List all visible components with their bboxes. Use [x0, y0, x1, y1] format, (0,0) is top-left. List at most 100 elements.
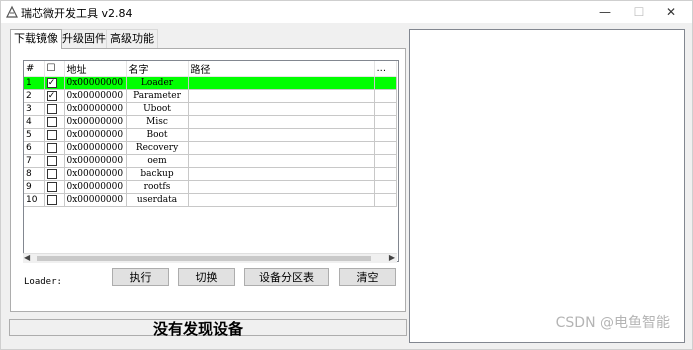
row-extra[interactable]	[374, 141, 397, 155]
row-name: rootfs	[126, 180, 189, 194]
tab-upgrade-firmware[interactable]: 升级固件	[58, 29, 110, 48]
row-extra[interactable]	[374, 154, 397, 168]
row-path[interactable]	[188, 193, 375, 207]
window-title: 瑞芯微开发工具 v2.84	[21, 7, 133, 20]
app-logo-icon	[5, 5, 19, 19]
table-row[interactable]: 8 0x00000000 backup	[24, 167, 397, 181]
table-row[interactable]: 7 0x00000000 oem	[24, 154, 397, 168]
row-extra[interactable]	[374, 167, 397, 181]
row-name: Misc	[126, 115, 189, 129]
row-address: 0x00000000	[64, 154, 127, 168]
scroll-right-icon[interactable]: ▶	[389, 253, 395, 262]
device-partition-table-button[interactable]: 设备分区表	[244, 268, 329, 286]
row-path[interactable]	[188, 89, 375, 103]
checkbox-unchecked-icon[interactable]	[46, 194, 57, 205]
title-bar: 瑞芯微开发工具 v2.84 — ☐ ✕	[1, 1, 692, 23]
row-number: 2	[24, 89, 45, 103]
row-number: 7	[24, 154, 45, 168]
device-status-text: 没有发现设备	[153, 320, 244, 338]
row-name: Recovery	[126, 141, 189, 155]
table-row[interactable]: 2 ✓ 0x00000000 Parameter	[24, 89, 397, 103]
row-path[interactable]	[188, 115, 375, 129]
scroll-left-icon[interactable]: ◀	[24, 253, 30, 262]
row-path[interactable]	[188, 141, 375, 155]
horizontal-scrollbar[interactable]: ◀ ▶	[23, 253, 397, 263]
row-checkbox[interactable]: ✓	[44, 89, 65, 103]
row-extra[interactable]	[374, 89, 397, 103]
col-header-number[interactable]: #	[24, 61, 45, 77]
table-row[interactable]: 6 0x00000000 Recovery	[24, 141, 397, 155]
checkbox-checked-icon[interactable]: ✓	[46, 90, 57, 101]
row-address: 0x00000000	[64, 180, 127, 194]
col-header-path[interactable]: 路径	[188, 61, 375, 77]
table-row[interactable]: 10 0x00000000 userdata	[24, 193, 397, 207]
tab-download-image[interactable]: 下载镜像	[10, 29, 62, 49]
checkbox-unchecked-icon[interactable]	[46, 142, 57, 153]
row-checkbox[interactable]	[44, 141, 65, 155]
col-header-name[interactable]: 名字	[126, 61, 189, 77]
log-output-panel[interactable]: CSDN @电鱼智能	[409, 29, 685, 343]
table-row[interactable]: 5 0x00000000 Boot	[24, 128, 397, 142]
row-address: 0x00000000	[64, 193, 127, 207]
tab-advanced-functions[interactable]: 高级功能	[106, 29, 158, 48]
checkbox-unchecked-icon[interactable]	[46, 116, 57, 127]
row-extra[interactable]	[374, 115, 397, 129]
row-extra[interactable]	[374, 128, 397, 142]
loader-label: Loader:	[24, 277, 62, 287]
app-window: 瑞芯微开发工具 v2.84 — ☐ ✕ 下载镜像 升级固件 高级功能 # ☐ 地…	[0, 0, 693, 350]
row-address: 0x00000000	[64, 102, 127, 116]
row-path[interactable]	[188, 102, 375, 116]
row-address: 0x00000000	[64, 141, 127, 155]
row-checkbox[interactable]	[44, 102, 65, 116]
row-path[interactable]	[188, 128, 375, 142]
checkbox-unchecked-icon[interactable]	[46, 168, 57, 179]
watermark-text: CSDN @电鱼智能	[555, 315, 670, 331]
row-checkbox[interactable]	[44, 128, 65, 142]
row-number: 8	[24, 167, 45, 181]
row-address: 0x00000000	[64, 128, 127, 142]
row-checkbox[interactable]	[44, 115, 65, 129]
row-checkbox[interactable]: ✓	[44, 76, 65, 90]
row-extra[interactable]	[374, 102, 397, 116]
row-number: 9	[24, 180, 45, 194]
col-header-check[interactable]: ☐	[44, 61, 65, 77]
checkbox-unchecked-icon[interactable]	[46, 181, 57, 192]
row-address: 0x00000000	[64, 167, 127, 181]
checkbox-unchecked-icon[interactable]	[46, 103, 57, 114]
row-checkbox[interactable]	[44, 193, 65, 207]
col-header-more[interactable]: ...	[374, 61, 397, 77]
scroll-thumb[interactable]	[37, 256, 371, 261]
row-name: backup	[126, 167, 189, 181]
row-address: 0x00000000	[64, 76, 127, 90]
row-path[interactable]	[188, 154, 375, 168]
table-row[interactable]: 4 0x00000000 Misc	[24, 115, 397, 129]
run-button[interactable]: 执行	[112, 268, 169, 286]
row-number: 4	[24, 115, 45, 129]
row-extra[interactable]	[374, 180, 397, 194]
row-checkbox[interactable]	[44, 180, 65, 194]
row-extra[interactable]	[374, 76, 397, 90]
table-row[interactable]: 9 0x00000000 rootfs	[24, 180, 397, 194]
table-row[interactable]: 3 0x00000000 Uboot	[24, 102, 397, 116]
row-number: 1	[24, 76, 45, 90]
switch-button[interactable]: 切换	[178, 268, 235, 286]
row-checkbox[interactable]	[44, 167, 65, 181]
row-name: Parameter	[126, 89, 189, 103]
table-row[interactable]: 1 ✓ 0x00000000 Loader	[24, 76, 397, 90]
clear-button[interactable]: 清空	[339, 268, 396, 286]
table-header-row: # ☐ 地址 名字 路径 ...	[24, 61, 397, 77]
row-path[interactable]	[188, 180, 375, 194]
checkbox-checked-icon[interactable]: ✓	[46, 77, 57, 88]
row-number: 6	[24, 141, 45, 155]
row-path[interactable]	[188, 76, 375, 90]
row-path[interactable]	[188, 167, 375, 181]
minimize-button[interactable]: —	[591, 4, 619, 20]
row-extra[interactable]	[374, 193, 397, 207]
row-checkbox[interactable]	[44, 154, 65, 168]
maximize-button[interactable]: ☐	[625, 4, 653, 20]
checkbox-unchecked-icon[interactable]	[46, 129, 57, 140]
close-button[interactable]: ✕	[657, 4, 685, 20]
checkbox-unchecked-icon[interactable]	[46, 155, 57, 166]
partition-table: # ☐ 地址 名字 路径 ... 1 ✓ 0x00000000 Loader 2 ✓ 0x0…	[24, 61, 397, 207]
col-header-address[interactable]: 地址	[64, 61, 127, 77]
